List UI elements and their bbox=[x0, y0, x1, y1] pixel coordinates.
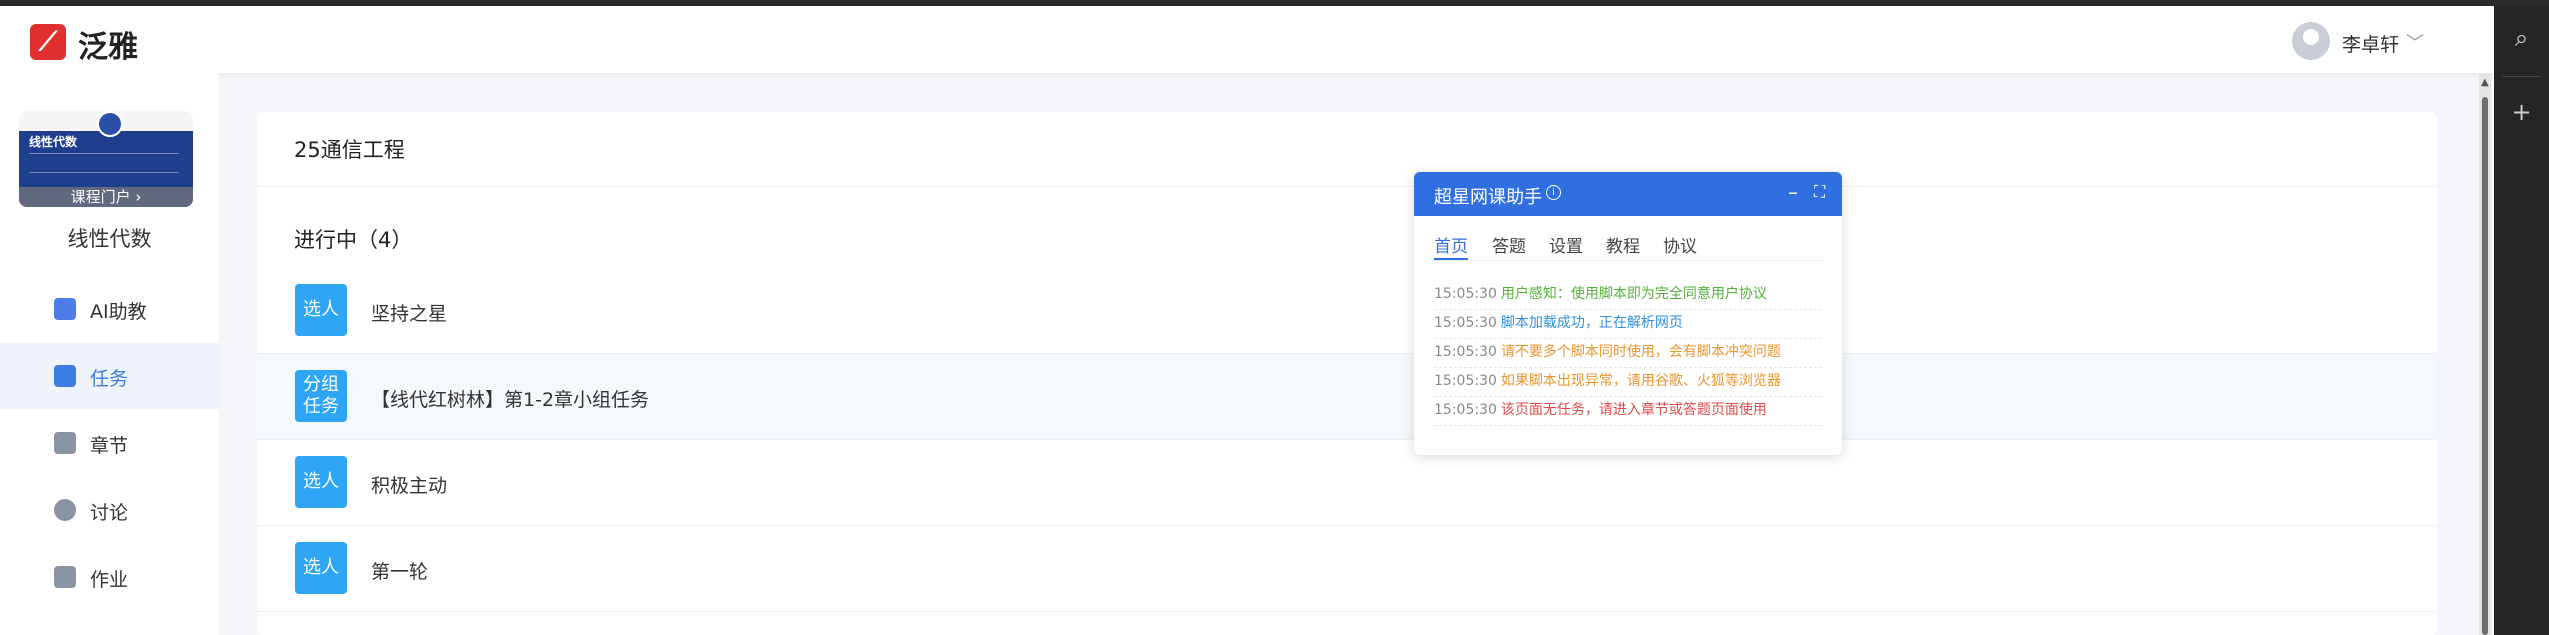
tab-answer[interactable]: 答题 bbox=[1492, 232, 1526, 257]
log-time: 15:05:30 bbox=[1434, 344, 1497, 360]
log-time: 15:05:30 bbox=[1434, 402, 1497, 418]
course-portal-button[interactable]: 课程门户 › bbox=[19, 187, 193, 207]
task-type-badge: 选人 bbox=[295, 456, 347, 508]
log-text: 用户感知：使用脚本即为完全同意用户协议 bbox=[1500, 286, 1767, 302]
main-panel: 25通信工程 进行中（4） 选人 坚持之星 分组任务 【线代红树林】第1-2章小… bbox=[257, 112, 2437, 635]
top-header: ⟋ 泛雅 李卓轩 ﹀ bbox=[0, 6, 2494, 73]
browser-side-toolbar: ⌕ + bbox=[2494, 6, 2549, 635]
minimize-icon[interactable]: – bbox=[1788, 180, 1798, 204]
ai-icon bbox=[54, 298, 76, 320]
avatar[interactable] bbox=[2292, 22, 2330, 60]
task-name[interactable]: 坚持之星 bbox=[371, 299, 447, 326]
task-type-badge: 选人 bbox=[295, 284, 347, 336]
task-type-badge: 选人 bbox=[295, 542, 347, 594]
log-entry: 15:05:30 如果脚本出现异常，请用谷歌、火狐等浏览器 bbox=[1434, 367, 1822, 397]
log-text: 如果脚本出现异常，请用谷歌、火狐等浏览器 bbox=[1500, 373, 1781, 389]
log-time: 15:05:30 bbox=[1434, 286, 1497, 302]
log-text: 该页面无任务，请进入章节或答题页面使用 bbox=[1500, 402, 1767, 418]
sidebar: 线性代数 课程门户 › 线性代数 AI助教 任务 章节 讨论 作业 bbox=[0, 73, 219, 635]
sidebar-item-label: 作业 bbox=[90, 569, 129, 591]
log-text: 脚本加载成功，正在解析网页 bbox=[1500, 315, 1683, 331]
page-scrollbar[interactable]: ▲ bbox=[2479, 73, 2491, 635]
log-entry: 15:05:30 脚本加载成功，正在解析网页 bbox=[1434, 309, 1822, 339]
course-cover[interactable]: 线性代数 课程门户 › bbox=[19, 111, 193, 207]
task-row[interactable]: 选人 坚持之星 bbox=[257, 268, 2437, 354]
log-time: 15:05:30 bbox=[1434, 315, 1497, 331]
chapter-icon bbox=[54, 432, 76, 454]
sidebar-item-ai-assistant[interactable]: AI助教 bbox=[0, 276, 219, 342]
section-title: 进行中（4） bbox=[294, 228, 413, 252]
sidebar-item-chapters[interactable]: 章节 bbox=[0, 410, 219, 476]
sidebar-item-label: AI助教 bbox=[90, 301, 147, 323]
task-row[interactable]: 选人 第一轮 bbox=[257, 526, 2437, 612]
task-type-badge: 分组任务 bbox=[295, 370, 347, 422]
tab-home[interactable]: 首页 bbox=[1434, 232, 1468, 257]
log-time: 15:05:30 bbox=[1434, 373, 1497, 389]
log-entry: 15:05:30 该页面无任务，请进入章节或答题页面使用 bbox=[1434, 396, 1822, 426]
sidebar-item-label: 章节 bbox=[90, 435, 129, 457]
user-name[interactable]: 李卓轩 bbox=[2342, 30, 2399, 57]
course-name: 线性代数 bbox=[67, 227, 152, 251]
plus-icon[interactable]: + bbox=[2494, 98, 2549, 126]
log-text: 请不要多个脚本同时使用，会有脚本冲突问题 bbox=[1500, 344, 1781, 360]
log-entry: 15:05:30 请不要多个脚本同时使用，会有脚本冲突问题 bbox=[1434, 338, 1822, 368]
homework-icon bbox=[54, 566, 76, 588]
chevron-down-icon[interactable]: ﹀ bbox=[2406, 29, 2424, 55]
search-icon[interactable]: ⌕ bbox=[2494, 24, 2549, 52]
task-row[interactable]: 选人 积极主动 bbox=[257, 440, 2437, 526]
sidebar-item-homework[interactable]: 作业 bbox=[0, 544, 219, 610]
cover-decoration bbox=[29, 153, 179, 173]
tab-agreement[interactable]: 协议 bbox=[1663, 232, 1697, 257]
chat-icon bbox=[54, 499, 76, 521]
course-helper-panel: 超星网课助手 i – ⛶ 首页 答题 设置 教程 协议 15:05:30 用户感知… bbox=[1414, 172, 1842, 455]
task-row[interactable]: 分组任务 【线代红树林】第1-2章小组任务 bbox=[257, 354, 2437, 440]
grid-icon bbox=[54, 365, 76, 387]
tab-tutorial[interactable]: 教程 bbox=[1606, 232, 1640, 257]
helper-header[interactable]: 超星网课助手 i – ⛶ bbox=[1414, 172, 1842, 216]
brand-name[interactable]: 泛雅 bbox=[78, 22, 138, 66]
tab-settings[interactable]: 设置 bbox=[1549, 232, 1583, 257]
sidebar-item-label: 讨论 bbox=[90, 502, 129, 524]
divider bbox=[257, 186, 2437, 187]
helper-title: 超星网课助手 bbox=[1434, 187, 1542, 208]
cover-title: 线性代数 bbox=[29, 135, 78, 149]
sidebar-item-tasks[interactable]: 任务 bbox=[0, 343, 219, 409]
school-emblem-icon bbox=[97, 111, 123, 137]
scroll-up-icon[interactable]: ▲ bbox=[2481, 77, 2489, 88]
active-tab-indicator bbox=[1434, 258, 1468, 260]
info-icon[interactable]: i bbox=[1546, 185, 1561, 200]
sidebar-item-discussion[interactable]: 讨论 bbox=[0, 477, 219, 543]
helper-tabs: 首页 答题 设置 教程 协议 bbox=[1434, 228, 1824, 261]
fullscreen-icon[interactable]: ⛶ bbox=[1814, 182, 1825, 202]
scroll-thumb[interactable] bbox=[2482, 97, 2488, 635]
task-name[interactable]: 积极主动 bbox=[371, 471, 447, 498]
task-name[interactable]: 第一轮 bbox=[371, 557, 428, 584]
class-title: 25通信工程 bbox=[294, 138, 405, 162]
divider bbox=[2502, 76, 2541, 77]
log-entry: 15:05:30 用户感知：使用脚本即为完全同意用户协议 bbox=[1434, 280, 1822, 310]
task-name[interactable]: 【线代红树林】第1-2章小组任务 bbox=[371, 385, 649, 412]
sidebar-item-label: 任务 bbox=[90, 368, 129, 390]
fanya-logo-icon[interactable]: ⟋ bbox=[30, 24, 66, 60]
